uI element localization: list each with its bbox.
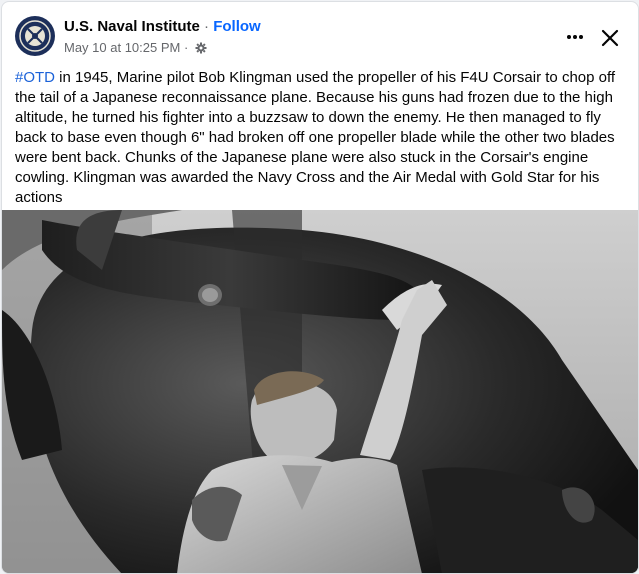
naval-institute-seal-icon xyxy=(16,17,54,55)
follow-button[interactable]: Follow xyxy=(213,18,261,35)
page-name-link[interactable]: U.S. Naval Institute xyxy=(64,18,200,35)
post-card: U.S. Naval Institute · Follow May 10 at … xyxy=(1,1,639,574)
post-timestamp[interactable]: May 10 at 10:25 PM xyxy=(64,40,180,55)
page-name-line: U.S. Naval Institute · Follow xyxy=(64,17,261,36)
post-photo[interactable] xyxy=(2,210,638,573)
hashtag-link[interactable]: #OTD xyxy=(15,69,55,86)
corsair-pilot-photo xyxy=(2,210,638,573)
gear-icon xyxy=(195,42,207,54)
post-caption: in 1945, Marine pilot Bob Klingman used … xyxy=(15,69,616,206)
close-icon[interactable] xyxy=(596,24,624,52)
meta-separator: · xyxy=(180,40,192,55)
post-body-text: #OTD in 1945, Marine pilot Bob Klingman … xyxy=(15,68,635,208)
more-options-icon[interactable] xyxy=(560,22,590,52)
post-meta: May 10 at 10:25 PM · xyxy=(64,40,207,56)
post-header: U.S. Naval Institute · Follow May 10 at … xyxy=(2,2,638,64)
name-separator: · xyxy=(199,18,214,35)
page-avatar[interactable] xyxy=(15,16,55,56)
